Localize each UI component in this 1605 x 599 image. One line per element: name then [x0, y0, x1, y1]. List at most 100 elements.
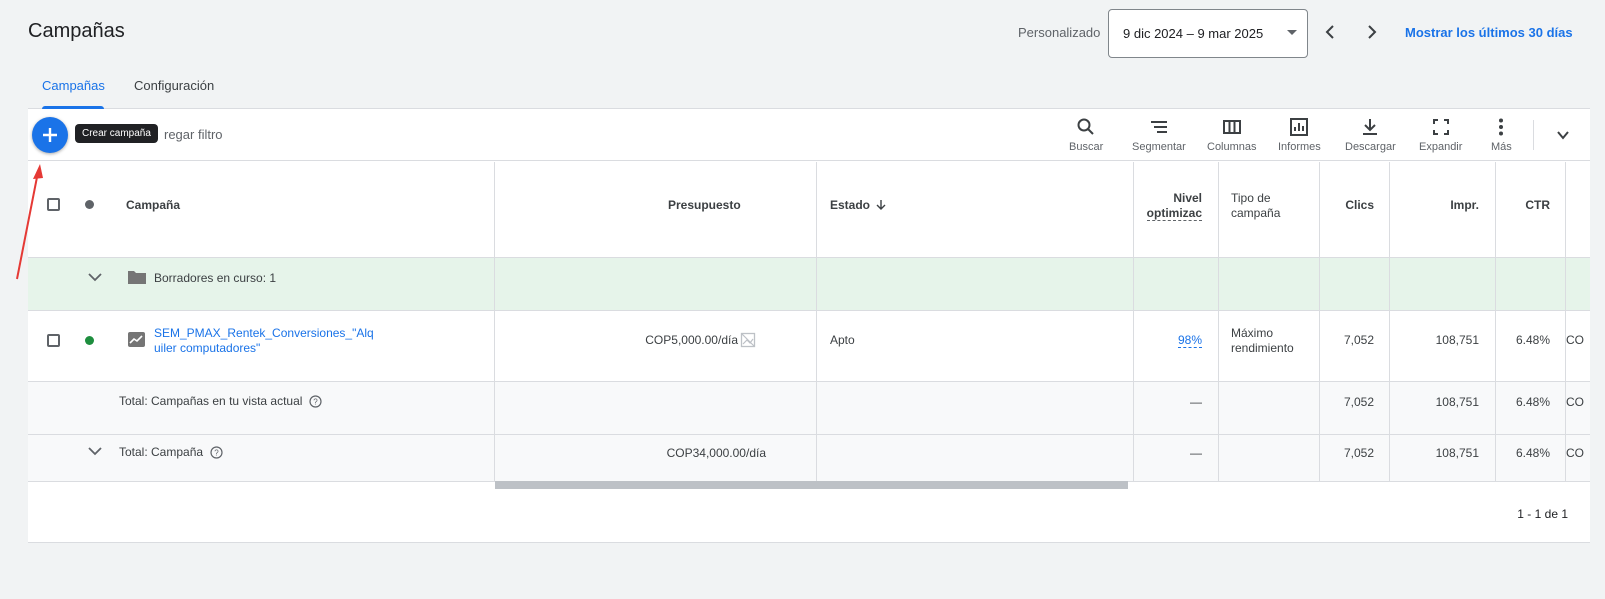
collapse-toolbar-button[interactable]: [1555, 127, 1571, 148]
header-type-line2: campaña: [1231, 206, 1281, 220]
sort-down-arrow-icon: [876, 200, 886, 210]
chevron-right-icon: [1368, 25, 1377, 39]
header-status[interactable]: Estado: [830, 198, 887, 212]
total-campaign-truncated-column: CO: [1566, 446, 1584, 460]
search-label: Buscar: [1069, 141, 1104, 153]
row-divider: [28, 434, 1590, 435]
optimization-score-link[interactable]: 98%: [1177, 333, 1202, 348]
header-campaign-type[interactable]: Tipo de campaña: [1231, 191, 1280, 221]
total-campaign-ctr: 6.48%: [1515, 446, 1550, 460]
table-toolbar: regar filtro Buscar Segmentar Columnas I…: [28, 109, 1590, 161]
column-divider: [1495, 162, 1496, 482]
row-divider: [28, 381, 1590, 382]
total-campaign-expand-toggle[interactable]: [87, 443, 103, 464]
tab-bar: Campañas Configuración: [28, 68, 1590, 109]
search-button[interactable]: Buscar: [1069, 117, 1103, 153]
columns-button[interactable]: Columnas: [1207, 117, 1257, 153]
help-icon[interactable]: ?: [210, 445, 223, 459]
total-view-label-group: Total: Campañas en tu vista actual ?: [119, 394, 323, 408]
total-view-optimization: —: [1190, 395, 1202, 409]
total-view-ctr: 6.48%: [1515, 395, 1550, 409]
header-optimization-score[interactable]: Nivel optimizac: [1128, 191, 1202, 221]
add-filter-button[interactable]: regar filtro: [164, 127, 223, 142]
row-divider: [28, 310, 1590, 311]
date-range-picker[interactable]: 9 dic 2024 – 9 mar 2025: [1108, 9, 1308, 58]
tab-campaigns[interactable]: Campañas: [42, 78, 105, 93]
create-campaign-tooltip: Crear campaña: [75, 124, 158, 143]
campaign-name-line1: SEM_PMAX_Rentek_Conversiones_"Alq: [154, 326, 374, 340]
total-view-impressions: 108,751: [1435, 395, 1479, 409]
column-divider: [1218, 162, 1219, 482]
campaign-optimization-score[interactable]: 98%: [1138, 333, 1202, 348]
total-view-truncated-column: CO: [1566, 395, 1584, 409]
download-button[interactable]: Descargar: [1345, 117, 1396, 153]
header-impressions[interactable]: Impr.: [1408, 198, 1479, 212]
columns-icon: [1222, 120, 1241, 134]
expand-label: Expandir: [1419, 141, 1463, 153]
campaign-name-link[interactable]: SEM_PMAX_Rentek_Conversiones_"Alq uiler …: [154, 326, 374, 356]
download-label: Descargar: [1345, 141, 1396, 153]
campaign-budget: COP5,000.00/día: [645, 333, 738, 347]
total-campaign-label-group: Total: Campaña ?: [119, 445, 223, 459]
chevron-down-icon: [88, 273, 102, 282]
campaign-type-line2: rendimiento: [1231, 341, 1294, 355]
campaign-truncated-column: CO: [1566, 333, 1584, 347]
plus-icon: [43, 128, 57, 142]
expand-icon: [1432, 119, 1449, 135]
previous-period-button[interactable]: [1318, 20, 1342, 44]
chevron-down-icon: [88, 447, 102, 456]
select-all-checkbox[interactable]: [47, 198, 60, 211]
more-button[interactable]: Más: [1491, 117, 1512, 153]
download-icon: [1363, 119, 1378, 135]
campaign-type: Máximo rendimiento: [1231, 326, 1294, 356]
folder-icon: [127, 269, 147, 290]
header-ctr[interactable]: CTR: [1508, 198, 1550, 212]
column-divider: [1319, 162, 1320, 482]
segment-label: Segmentar: [1132, 141, 1186, 153]
svg-text:?: ?: [314, 397, 319, 406]
toolbar-divider: [1533, 120, 1534, 150]
expand-button[interactable]: Expandir: [1419, 117, 1462, 153]
create-campaign-button[interactable]: [32, 117, 68, 153]
total-view-clicks: 7,052: [1343, 395, 1374, 409]
columns-label: Columnas: [1207, 141, 1257, 153]
column-divider: [1389, 162, 1390, 482]
campaign-ctr: 6.48%: [1515, 333, 1550, 347]
page-title: Campañas: [28, 20, 125, 42]
header-optimization-line2: optimizac: [1146, 206, 1202, 221]
column-divider: [1565, 162, 1566, 482]
row-divider: [28, 257, 1590, 258]
total-campaign-clicks: 7,052: [1343, 446, 1374, 460]
pmax-campaign-icon: [127, 331, 147, 354]
status-header-dot-icon: [85, 200, 94, 209]
campaign-status: Apto: [830, 333, 855, 347]
column-divider: [494, 162, 495, 482]
segment-button[interactable]: Segmentar: [1132, 117, 1186, 153]
header-clicks[interactable]: Clics: [1328, 198, 1374, 212]
campaigns-table-card: regar filtro Buscar Segmentar Columnas I…: [28, 109, 1590, 543]
header-status-label: Estado: [830, 198, 871, 212]
horizontal-scrollbar[interactable]: [495, 481, 1128, 489]
total-campaign-label: Total: Campaña: [119, 445, 204, 459]
campaign-type-line1: Máximo: [1231, 326, 1274, 340]
pagination-summary: 1 - 1 de 1: [1517, 507, 1568, 521]
header-optimization-line1: Nivel: [1173, 191, 1202, 205]
draft-expand-toggle[interactable]: [87, 269, 103, 290]
svg-text:?: ?: [214, 448, 219, 457]
row-select-checkbox[interactable]: [47, 334, 60, 347]
total-campaign-impressions: 108,751: [1435, 446, 1479, 460]
header-campaign[interactable]: Campaña: [126, 198, 180, 212]
campaign-clicks: 7,052: [1343, 333, 1374, 347]
segment-icon: [1150, 121, 1167, 133]
show-last-30-days-link[interactable]: Mostrar los últimos 30 días: [1405, 25, 1573, 40]
tab-configuration[interactable]: Configuración: [134, 78, 214, 93]
next-period-button[interactable]: [1360, 20, 1384, 44]
reports-icon: [1290, 118, 1309, 136]
date-range-value: 9 dic 2024 – 9 mar 2025: [1123, 26, 1264, 41]
header-budget[interactable]: Presupuesto: [668, 198, 741, 212]
reports-label: Informes: [1278, 141, 1321, 153]
reports-button[interactable]: Informes: [1278, 117, 1321, 153]
help-icon[interactable]: ?: [309, 394, 323, 408]
budget-image-icon[interactable]: [740, 332, 756, 353]
more-label: Más: [1491, 141, 1512, 153]
